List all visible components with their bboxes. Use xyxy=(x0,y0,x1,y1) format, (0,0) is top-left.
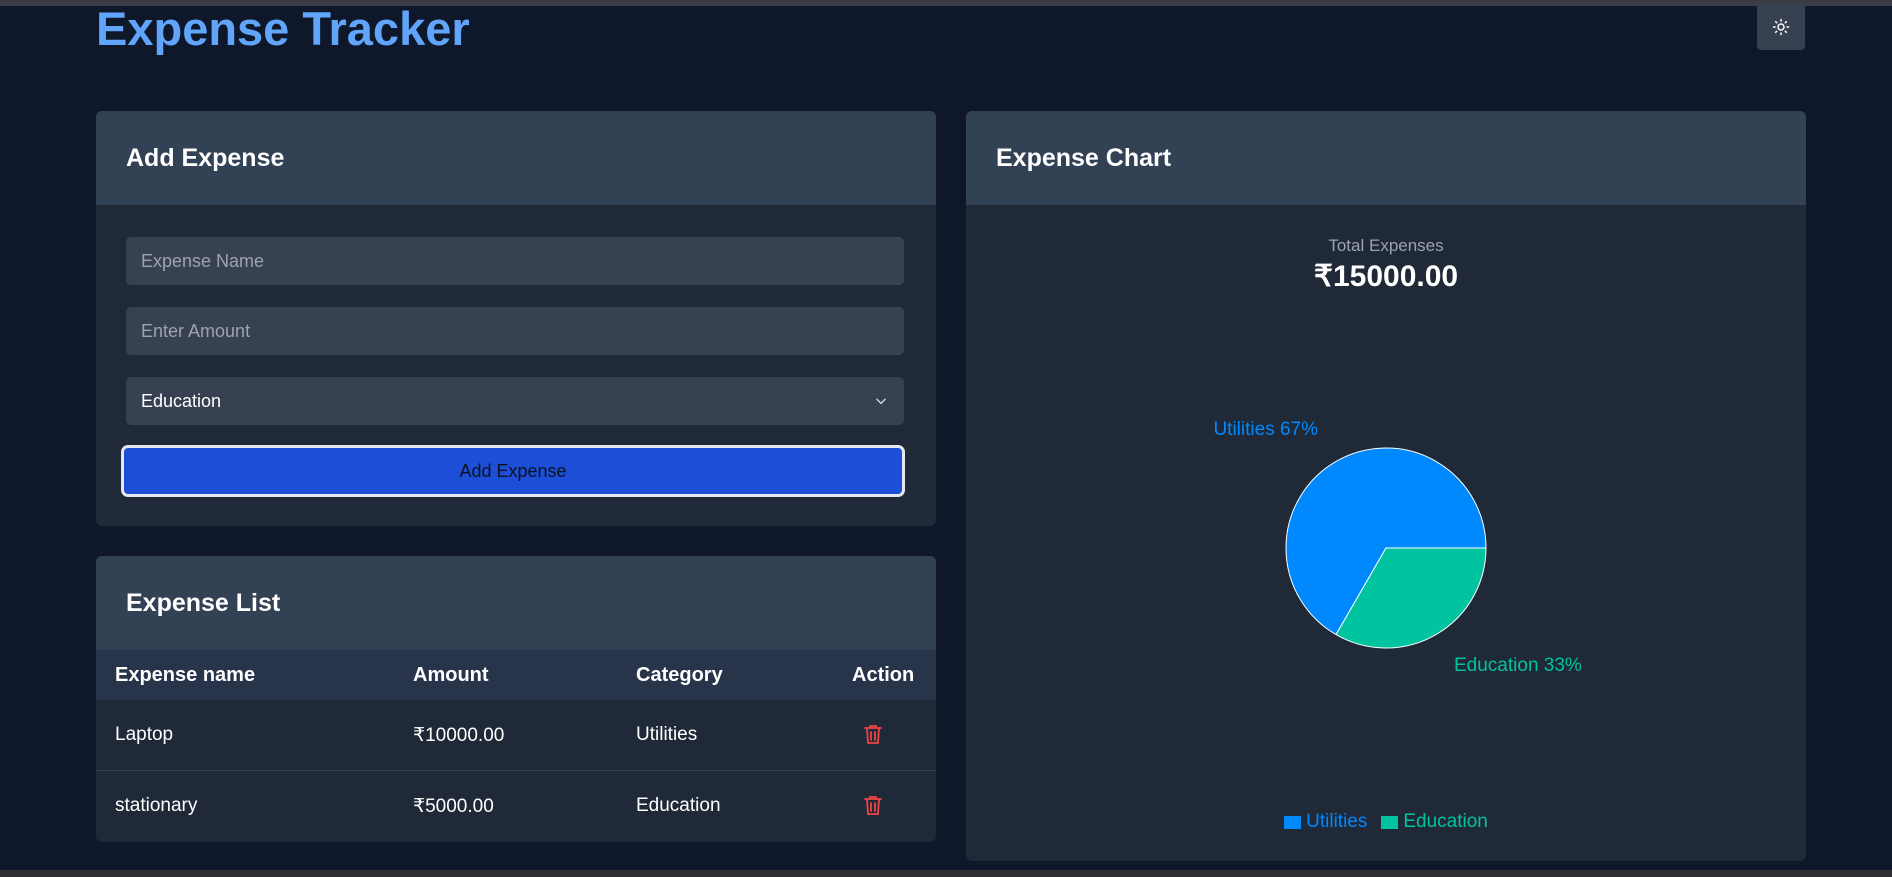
sun-icon xyxy=(1772,18,1790,35)
add-expense-button[interactable]: Add Expense xyxy=(121,445,905,497)
expense-amount-cell: ₹5000.00 xyxy=(413,795,494,817)
legend-swatch-education xyxy=(1381,815,1399,829)
add-expense-card: Add Expense Expense Name Enter Amount Ed… xyxy=(96,111,936,526)
chart-legend: Utilities Education xyxy=(966,811,1806,833)
column-header-category: Category xyxy=(636,663,723,686)
expense-chart-card: Expense Chart Total Expenses ₹15000.00 U… xyxy=(966,111,1806,861)
legend-item-utilities[interactable]: Utilities xyxy=(1284,811,1367,833)
legend-item-education[interactable]: Education xyxy=(1381,811,1488,833)
window-bottom-strip xyxy=(0,870,1892,877)
add-expense-title: Add Expense xyxy=(96,111,936,205)
table-header: Expense name Amount Category Action xyxy=(96,650,936,700)
pie-chart: Utilities 67% Education 33% xyxy=(1213,419,1582,676)
pie-label-education: Education 33% xyxy=(1454,655,1582,676)
table-row: stationary ₹5000.00 Education xyxy=(96,771,936,841)
column-header-action: Action xyxy=(852,663,915,686)
category-selected-value: Education xyxy=(141,390,222,411)
expense-category-cell: Utilities xyxy=(636,724,698,745)
pie-label-utilities: Utilities 67% xyxy=(1213,419,1318,440)
expense-list-card: Expense List Expense name Amount Categor… xyxy=(96,556,936,842)
expense-name-cell: stationary xyxy=(115,795,198,816)
trash-icon[interactable] xyxy=(864,795,882,816)
legend-label-utilities: Utilities xyxy=(1306,811,1368,832)
theme-toggle-button[interactable] xyxy=(1757,3,1805,50)
expense-category-cell: Education xyxy=(636,795,721,816)
column-header-amount: Amount xyxy=(413,663,489,686)
legend-label-education: Education xyxy=(1403,811,1488,832)
expense-chart-title: Expense Chart xyxy=(966,111,1806,205)
amount-input[interactable]: Enter Amount xyxy=(126,307,904,355)
expense-name-input[interactable]: Expense Name xyxy=(126,237,904,285)
legend-swatch-utilities xyxy=(1284,815,1302,829)
trash-icon[interactable] xyxy=(864,724,882,745)
table-row: Laptop ₹10000.00 Utilities xyxy=(96,700,936,771)
expense-list-title: Expense List xyxy=(96,556,936,650)
chevron-down-icon xyxy=(876,398,886,405)
column-header-name: Expense name xyxy=(115,663,256,686)
expense-amount-cell: ₹10000.00 xyxy=(413,724,505,746)
expense-name-cell: Laptop xyxy=(115,724,174,745)
category-select[interactable]: Education xyxy=(126,377,904,425)
app-title: Expense Tracker xyxy=(96,2,470,55)
